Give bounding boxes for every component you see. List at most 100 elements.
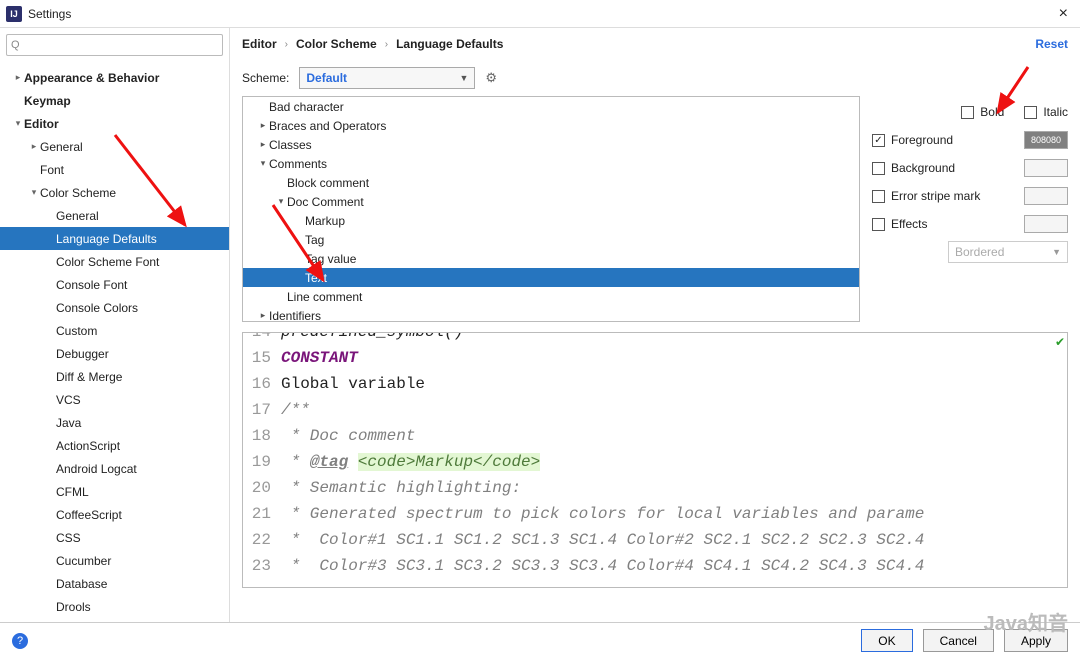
background-checkbox[interactable]: [872, 162, 885, 175]
doc-tag: @tag: [310, 453, 348, 471]
help-icon[interactable]: ?: [12, 633, 28, 649]
sidebar-item-label: Color Scheme Font: [56, 255, 159, 269]
sidebar-item[interactable]: Java: [0, 411, 229, 434]
code-line: Global variable: [281, 371, 425, 397]
sidebar-item[interactable]: Keymap: [0, 89, 229, 112]
gutter: 17: [243, 397, 281, 423]
sidebar-item[interactable]: ▾Editor: [0, 112, 229, 135]
sidebar-item[interactable]: Diff & Merge: [0, 365, 229, 388]
sidebar-item-label: Drools: [56, 600, 91, 614]
sidebar-item[interactable]: VCS: [0, 388, 229, 411]
foreground-swatch[interactable]: 808080: [1024, 131, 1068, 149]
sidebar-item-label: Custom: [56, 324, 97, 338]
sidebar-item[interactable]: Language Defaults: [0, 227, 229, 250]
sidebar-item[interactable]: Font: [0, 158, 229, 181]
chevron-right-icon: ›: [385, 39, 388, 50]
foreground-checkbox[interactable]: [872, 134, 885, 147]
code-line: [348, 453, 358, 471]
scheme-label: Scheme:: [242, 71, 289, 85]
sidebar-item[interactable]: ActionScript: [0, 434, 229, 457]
category-item[interactable]: Line comment: [243, 287, 859, 306]
sidebar-item[interactable]: Console Colors: [0, 296, 229, 319]
sidebar-item[interactable]: ▸General: [0, 135, 229, 158]
search-input-wrap[interactable]: Q: [6, 34, 223, 56]
sidebar-item[interactable]: Custom: [0, 319, 229, 342]
category-item[interactable]: Tag value: [243, 249, 859, 268]
italic-label: Italic: [1043, 105, 1068, 119]
breadcrumb-b[interactable]: Color Scheme: [296, 37, 377, 51]
category-item[interactable]: ▸Classes: [243, 135, 859, 154]
sidebar-item[interactable]: ▸Appearance & Behavior: [0, 66, 229, 89]
sidebar-item[interactable]: Console Font: [0, 273, 229, 296]
sidebar-item-label: Android Logcat: [56, 462, 137, 476]
sidebar-item[interactable]: Color Scheme Font: [0, 250, 229, 273]
bold-label: Bold: [980, 105, 1004, 119]
category-item-label: Braces and Operators: [269, 119, 386, 133]
settings-tree[interactable]: ▸Appearance & BehaviorKeymap▾Editor▸Gene…: [0, 62, 229, 622]
sidebar-item-label: Diff & Merge: [56, 370, 122, 384]
category-item[interactable]: Text: [243, 268, 859, 287]
category-item-label: Markup: [305, 214, 345, 228]
breadcrumb-a[interactable]: Editor: [242, 37, 277, 51]
sidebar-item[interactable]: Debugger: [0, 342, 229, 365]
sidebar-item[interactable]: CFML: [0, 480, 229, 503]
bold-checkbox[interactable]: [961, 106, 974, 119]
app-icon: IJ: [6, 6, 22, 22]
sidebar-item-label: General: [40, 140, 83, 154]
sidebar-item[interactable]: Cucumber: [0, 549, 229, 572]
category-item[interactable]: ▾Comments: [243, 154, 859, 173]
error-stripe-label: Error stripe mark: [891, 189, 980, 203]
preview-code[interactable]: 14predefined_symbol() 15CONSTANT 16Globa…: [243, 332, 1067, 579]
gutter: 22: [243, 527, 281, 553]
sidebar-item[interactable]: CoffeeScript: [0, 503, 229, 526]
sidebar-item-label: General: [56, 209, 99, 223]
sidebar-item[interactable]: Drools: [0, 595, 229, 618]
code-line: CONSTANT: [281, 345, 358, 371]
sidebar-item-label: CSS: [56, 531, 81, 545]
sidebar-item[interactable]: Database: [0, 572, 229, 595]
effects-checkbox[interactable]: [872, 218, 885, 231]
chevron-right-icon: ▸: [257, 139, 269, 150]
search-input[interactable]: [7, 36, 222, 54]
category-item-label: Tag: [305, 233, 324, 247]
gear-icon[interactable]: ⚙: [485, 70, 497, 86]
error-stripe-swatch[interactable]: [1024, 187, 1068, 205]
sidebar-item[interactable]: CSS: [0, 526, 229, 549]
category-item[interactable]: Bad character: [243, 97, 859, 116]
sidebar-item-label: Console Colors: [56, 301, 138, 315]
chevron-down-icon: ▾: [28, 187, 40, 198]
search-icon: Q: [11, 39, 20, 51]
sidebar-item-label: ActionScript: [56, 439, 120, 453]
effects-swatch[interactable]: [1024, 215, 1068, 233]
category-item-label: Comments: [269, 157, 327, 171]
category-item[interactable]: Block comment: [243, 173, 859, 192]
category-item-label: Bad character: [269, 100, 344, 114]
watermark: Java知音: [984, 607, 1069, 636]
italic-checkbox[interactable]: [1024, 106, 1037, 119]
scheme-select[interactable]: Default ▼: [299, 67, 475, 89]
doc-markup: <code>Markup</code>: [358, 453, 540, 471]
close-icon[interactable]: ×: [1053, 5, 1074, 23]
sidebar-item-label: Appearance & Behavior: [24, 71, 159, 85]
sidebar-item[interactable]: FreeMarker: [0, 618, 229, 622]
category-item[interactable]: Markup: [243, 211, 859, 230]
background-label: Background: [891, 161, 955, 175]
category-item[interactable]: Tag: [243, 230, 859, 249]
code-line: /**: [281, 397, 310, 423]
sidebar-item[interactable]: General: [0, 204, 229, 227]
sidebar-item[interactable]: ▾Color Scheme: [0, 181, 229, 204]
sidebar-item-label: CFML: [56, 485, 89, 499]
category-tree[interactable]: Bad character▸Braces and Operators▸Class…: [242, 96, 860, 322]
category-item[interactable]: ▸Identifiers: [243, 306, 859, 322]
category-item[interactable]: ▸Braces and Operators: [243, 116, 859, 135]
sidebar-item[interactable]: Android Logcat: [0, 457, 229, 480]
background-swatch[interactable]: [1024, 159, 1068, 177]
category-item[interactable]: ▾Doc Comment: [243, 192, 859, 211]
chevron-right-icon: ▸: [12, 72, 24, 83]
attribute-options: Bold Italic Foreground 808080 Background: [872, 96, 1068, 322]
error-stripe-checkbox[interactable]: [872, 190, 885, 203]
reset-link[interactable]: Reset: [1035, 37, 1068, 51]
ok-button[interactable]: OK: [861, 629, 912, 652]
code-line: * Color#3 SC3.1 SC3.2 SC3.3 SC3.4 Color#…: [281, 553, 924, 579]
code-line: * Semantic highlighting:: [281, 475, 521, 501]
